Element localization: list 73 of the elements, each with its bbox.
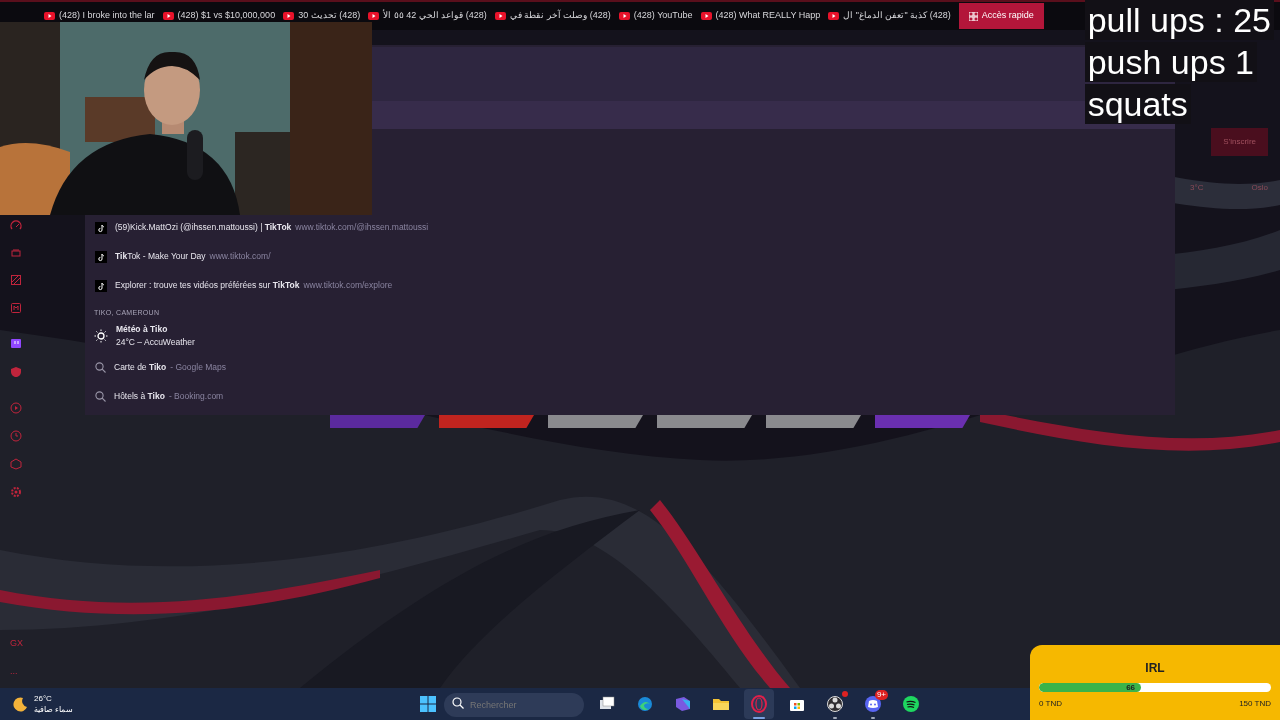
progress-reading: 66 <box>1126 683 1136 692</box>
suggestion-item[interactable]: (59)Kick.MattOzi (@ihssen.mattoussi) | TikTok www.tiktok.com/@ihssen.mattoussi <box>85 213 1175 242</box>
search-suggestion[interactable]: Hôtels à Tiko - Booking.com <box>85 381 1175 411</box>
speed-dial-tile[interactable] <box>548 415 643 428</box>
play-icon <box>618 12 630 20</box>
suggestion-text: (59)Kick.MattOzi (@ihssen.mattoussi) | TikTok www.tiktok.com/@ihssen.mattoussi <box>115 221 429 234</box>
bookmark-link[interactable]: (428) YouTube <box>618 9 693 23</box>
shield-icon[interactable] <box>10 366 22 378</box>
logo-text: GX <box>10 637 23 650</box>
music-note-icon <box>95 221 107 234</box>
music-icon <box>902 695 920 713</box>
speed-dial-tile[interactable] <box>439 415 534 428</box>
play-circle-icon[interactable] <box>10 402 22 414</box>
cube-icon[interactable] <box>10 458 22 470</box>
weather-text: Météo à Tiko 24°C – AccuWeather <box>116 322 195 349</box>
play-icon <box>368 12 380 20</box>
suggestion-item[interactable]: Explorer : trouve tes vidéos préférées sur TikTok www.tiktok.com/explore <box>85 271 1175 300</box>
search-icon <box>95 390 106 402</box>
max-amount-text: 150 TND <box>1239 698 1271 710</box>
temperature-text: 26°C <box>34 693 53 704</box>
speed-dial-tile[interactable] <box>875 415 970 428</box>
notification-badge: 9+ <box>874 690 888 700</box>
settings-icon[interactable] <box>10 486 22 498</box>
apps-icon <box>674 695 692 713</box>
play-icon <box>283 12 295 20</box>
search-icon <box>95 361 106 373</box>
weather-suggestion[interactable]: Météo à Tiko 24°C – AccuWeather <box>85 322 1175 353</box>
bookmark-link[interactable]: (428) I broke into the lar <box>44 9 155 23</box>
play-icon <box>700 12 712 20</box>
moon-icon[interactable] <box>12 696 28 712</box>
bookmark-link[interactable]: (428) قواعد الحي 42 ٥٥ الأ <box>368 9 487 23</box>
music-note-icon <box>95 250 107 263</box>
weather-condition-text: سماء صافية <box>34 704 74 715</box>
bookmark-link[interactable]: (428) وصلت آخر نقطة في <box>494 9 611 23</box>
bookmark-link[interactable]: (428) What REALLY Happ <box>700 9 821 23</box>
grid-icon <box>968 11 978 21</box>
goal-title: IRL <box>1144 660 1166 677</box>
speed-dial-tile[interactable] <box>330 415 425 428</box>
search-suggestion[interactable]: Carte de Tiko - Google Maps <box>85 352 1175 382</box>
city-text: Oslo <box>1251 182 1268 194</box>
play-icon <box>162 12 174 20</box>
taskbar-app[interactable]: 9+ <box>858 689 888 719</box>
bookmark-link[interactable]: (428) تحديث 30 <box>283 9 361 23</box>
play-icon <box>44 12 55 20</box>
suggestion-text: Hôtels à Tiko - Booking.com <box>114 389 224 403</box>
overlay-text: push ups 1 <box>1084 42 1257 82</box>
search-icon <box>452 697 464 709</box>
windows-icon[interactable] <box>420 696 436 712</box>
suggestion-text: TikTok - Make Your Day www.tiktok.com/ <box>115 250 271 263</box>
record-icon <box>826 695 844 713</box>
suggestion-text: Carte de Tiko - Google Maps <box>114 360 227 374</box>
sun-icon <box>94 328 108 343</box>
bookmark-link[interactable]: Accès rapide <box>958 3 1044 29</box>
striped-square-icon[interactable] <box>10 274 22 286</box>
music-note-icon <box>95 279 107 292</box>
ring-icon <box>750 695 768 713</box>
overlay-text: squats <box>1084 84 1191 124</box>
search-field[interactable]: Rechercher <box>444 693 584 717</box>
play-icon <box>828 12 840 20</box>
speed-dial-tile[interactable] <box>657 415 752 428</box>
speed-dial-tile[interactable] <box>766 415 861 428</box>
speedometer-icon[interactable] <box>10 220 22 232</box>
letter-square-icon[interactable] <box>10 302 22 314</box>
overlay-text: pull ups : 25 <box>1084 0 1274 40</box>
bookmark-link[interactable]: (428) $1 vs $10,000,000 <box>162 9 276 23</box>
swirl-icon <box>636 695 654 713</box>
min-amount-text: 0 TND <box>1039 698 1062 710</box>
bookmark-link[interactable]: (428) كذبة "تعفن الدماغ" ال <box>828 9 951 23</box>
chat-square-icon[interactable] <box>10 338 22 350</box>
suggestion-item[interactable]: TikTok - Make Your Day www.tiktok.com/ <box>85 242 1175 271</box>
temperature-text: 3°C <box>1190 182 1204 194</box>
suggestion-text: Explorer : trouve tes vidéos préférées sur TikTok www.tiktok.com/explore <box>115 279 393 292</box>
play-icon <box>494 12 506 20</box>
